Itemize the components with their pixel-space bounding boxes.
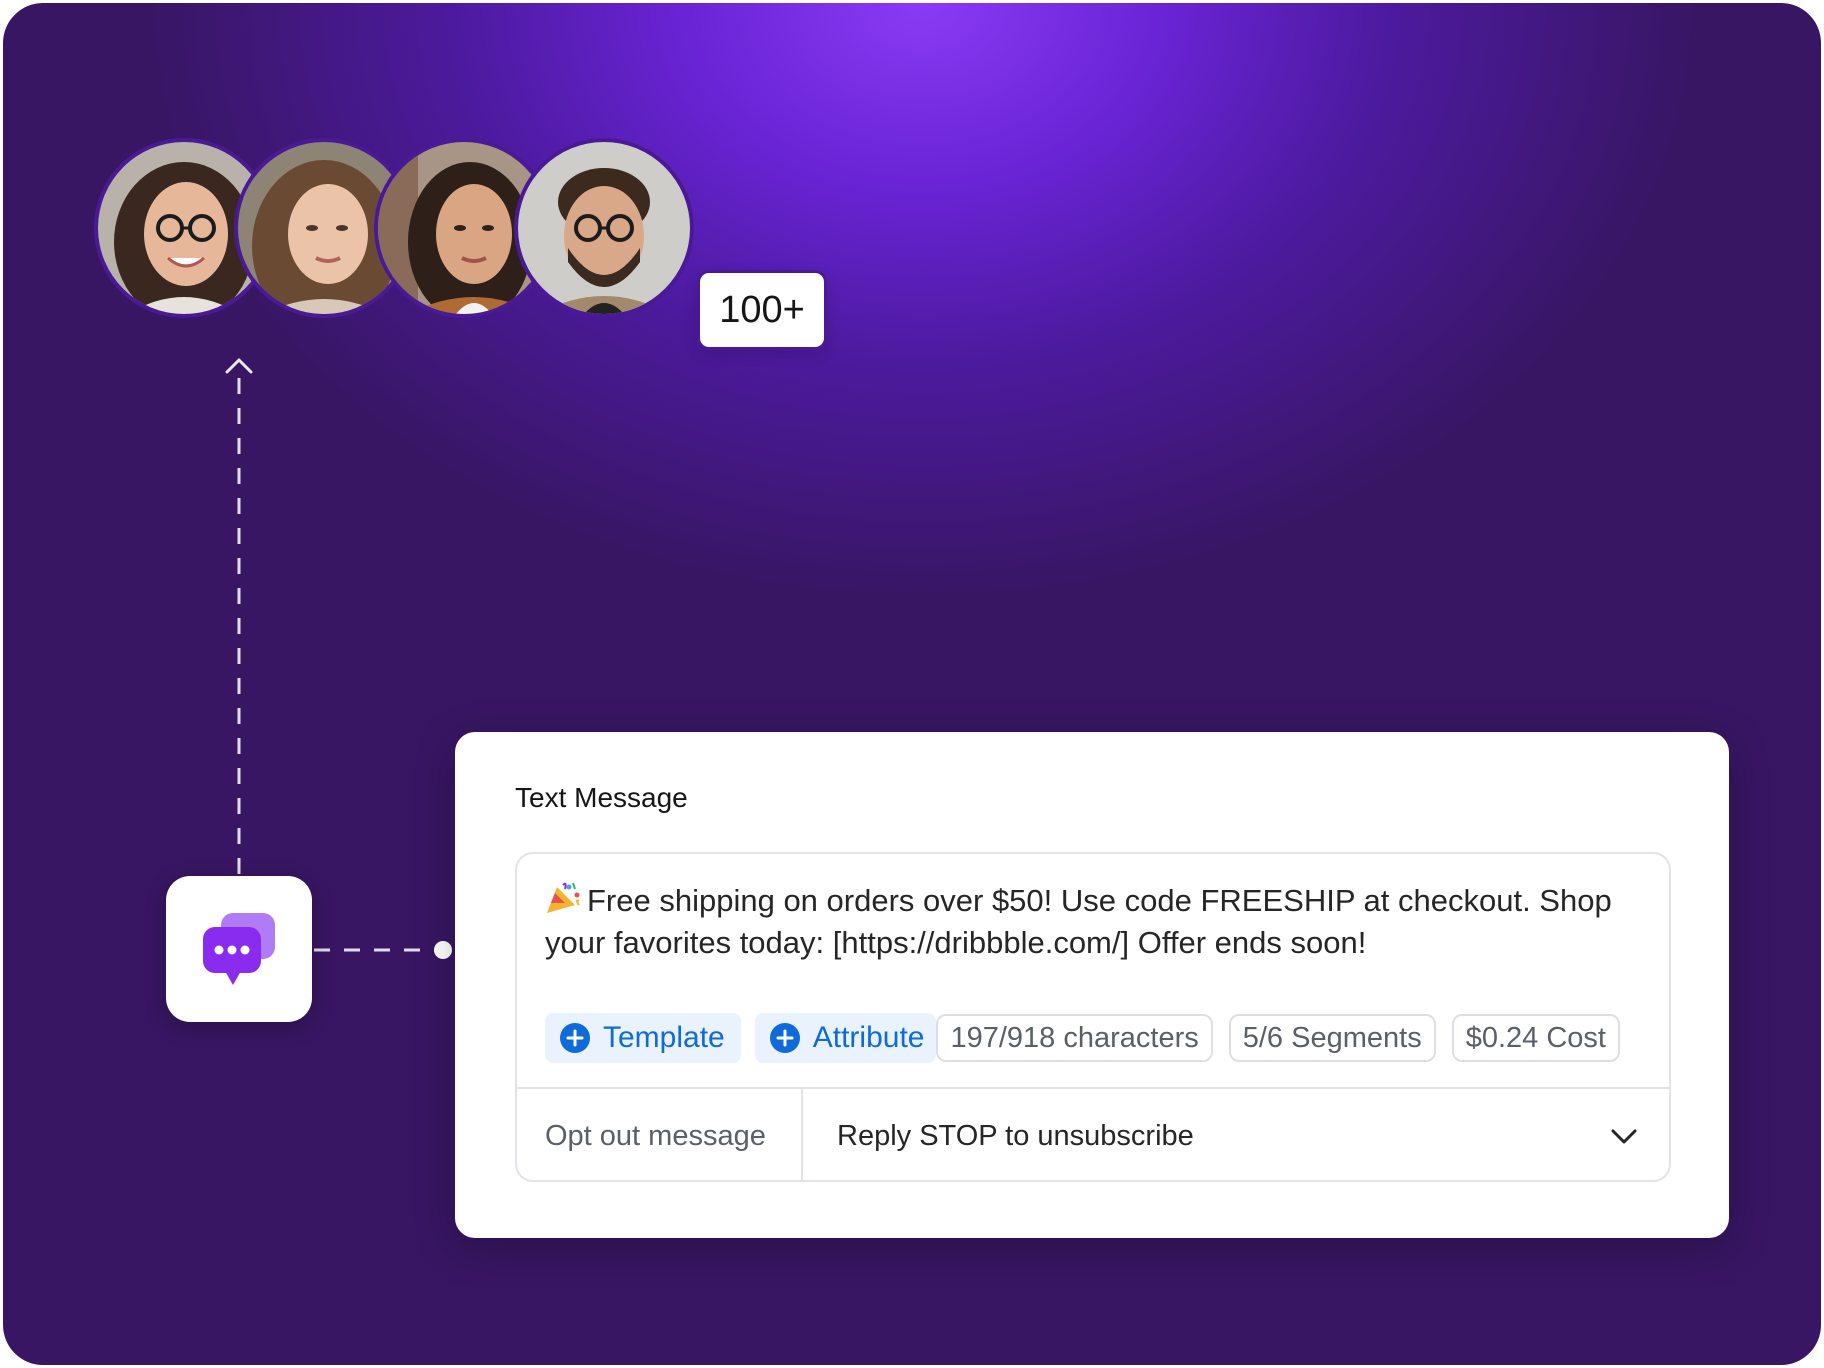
- plus-circle-icon: [769, 1023, 800, 1053]
- avatar-man-glasses-image: [518, 142, 690, 314]
- template-label: Template: [603, 1021, 725, 1054]
- message-text: Free shipping on orders over $50! Use co…: [545, 883, 1612, 960]
- opt-out-value: Reply STOP to unsubscribe: [837, 1120, 1194, 1152]
- segment-count-badge: 5/6 Segments: [1228, 1014, 1436, 1062]
- composer-toolbar: Template Attribute 197/918 characters 5/…: [545, 1012, 1620, 1064]
- opt-out-select[interactable]: Reply STOP to unsubscribe: [803, 1089, 1669, 1180]
- chevron-down-icon: [1611, 1129, 1637, 1144]
- opt-out-label: Opt out message: [545, 1120, 766, 1152]
- cost-badge: $0.24 Cost: [1451, 1014, 1620, 1062]
- avatar[interactable]: [514, 138, 694, 318]
- chat-bubbles-icon: [203, 913, 275, 985]
- opt-out-row: Opt out message Reply STOP to unsubscrib…: [517, 1087, 1669, 1180]
- add-template-button[interactable]: Template: [545, 1013, 741, 1063]
- card-title: Text Message: [515, 782, 688, 813]
- party-popper-icon: [547, 882, 580, 913]
- add-attribute-button[interactable]: Attribute: [754, 1013, 937, 1063]
- character-count-badge: 197/918 characters: [936, 1014, 1213, 1062]
- message-body[interactable]: Free shipping on orders over $50! Use co…: [545, 880, 1645, 964]
- text-message-card: Text Message Free shipping on orders ove…: [455, 732, 1729, 1238]
- plus-circle-icon: [560, 1023, 590, 1053]
- message-composer[interactable]: Free shipping on orders over $50! Use co…: [515, 852, 1671, 1182]
- attribute-label: Attribute: [812, 1021, 925, 1054]
- messaging-app-icon[interactable]: [166, 876, 312, 1022]
